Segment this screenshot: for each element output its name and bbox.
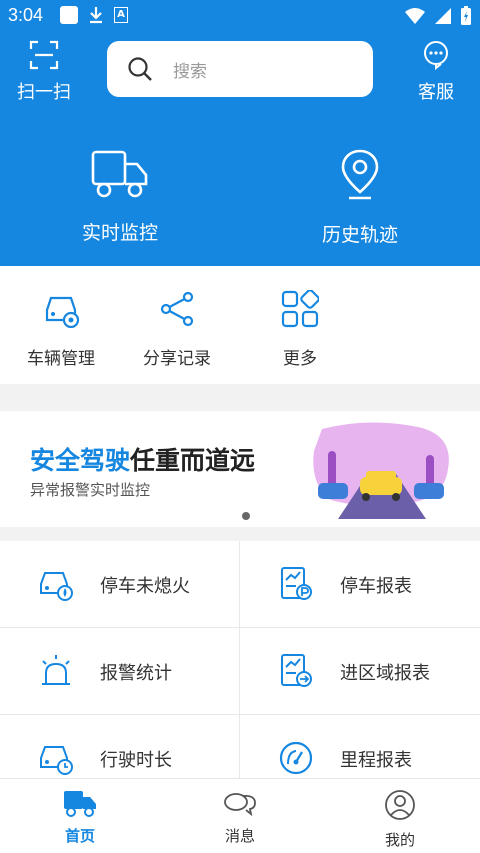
history-track-label: 历史轨迹	[321, 224, 398, 246]
header: 扫一扫 搜索 客服 实时监控 历史轨迹	[0, 32, 480, 266]
feature-alarm-stats[interactable]: 报警统计	[0, 628, 240, 715]
wifi-icon	[405, 8, 425, 24]
grid-more-icon	[281, 289, 320, 328]
truck-icon	[91, 150, 148, 198]
status-bar: 3:04 A	[0, 0, 480, 32]
tab-messages[interactable]: 消息	[200, 789, 280, 846]
tab-home[interactable]: 首页	[40, 789, 120, 846]
tab-profile[interactable]: 我的	[360, 789, 440, 850]
vehicle-management-button[interactable]: 车辆管理	[6, 290, 116, 369]
promo-banner[interactable]: 安全驾驶任重而道远 异常报警实时监控	[0, 411, 480, 527]
feature-label: 停车报表	[340, 576, 412, 597]
signal-icon	[435, 8, 451, 24]
feature-parked-engine-on[interactable]: 停车未熄火	[0, 541, 240, 628]
share-record-label: 分享记录	[143, 349, 211, 369]
feature-mileage-report[interactable]: 里程报表	[240, 715, 480, 778]
parking-report-icon	[281, 567, 312, 600]
banner-title: 安全驾驶任重而道远	[30, 441, 255, 477]
alarm-icon	[42, 655, 70, 685]
feature-grid: 停车未熄火 停车报表 报警统计 进区域报表 行驶时长 里程报表	[0, 541, 480, 778]
feature-label: 进区域报表	[340, 663, 430, 684]
vehicle-management-label: 车辆管理	[27, 349, 95, 369]
feature-label: 里程报表	[340, 750, 412, 771]
scan-icon	[29, 40, 59, 70]
scan-button[interactable]: 扫一扫	[14, 40, 74, 104]
feature-label: 行驶时长	[100, 750, 172, 771]
more-label: 更多	[283, 349, 317, 369]
search-icon	[128, 57, 152, 81]
feature-area-entry-report[interactable]: 进区域报表	[240, 628, 480, 715]
scan-label: 扫一扫	[17, 82, 71, 103]
user-icon	[385, 790, 415, 820]
area-report-icon	[281, 654, 312, 687]
feature-driving-duration[interactable]: 行驶时长	[0, 715, 240, 778]
tab-label: 消息	[224, 827, 255, 845]
chat-icon	[224, 793, 256, 817]
car-fire-icon	[40, 572, 73, 601]
tab-label: 我的	[384, 831, 415, 849]
share-record-button[interactable]: 分享记录	[122, 290, 232, 369]
speedometer-icon	[279, 741, 313, 775]
car-settings-icon	[45, 296, 80, 329]
safe-driving-illustration	[313, 422, 449, 519]
carousel-indicator[interactable]	[242, 512, 250, 520]
status-time: 3:04	[8, 5, 44, 25]
download-icon	[90, 7, 102, 24]
car-clock-icon	[40, 746, 73, 775]
battery-icon	[461, 6, 471, 25]
share-icon	[160, 291, 194, 327]
banner-title-highlight: 安全驾驶	[30, 446, 131, 475]
feature-label: 报警统计	[100, 663, 172, 684]
feature-label: 停车未熄火	[100, 576, 190, 597]
history-track-button[interactable]: 历史轨迹	[290, 148, 430, 247]
notification-icon	[60, 6, 78, 24]
quick-actions: 车辆管理 分享记录 更多	[0, 266, 480, 384]
realtime-monitor-label: 实时监控	[81, 222, 158, 244]
input-indicator-icon: A	[114, 7, 128, 23]
bottom-tab-bar: 首页 消息 我的	[0, 778, 480, 853]
headset-chat-icon	[424, 41, 448, 71]
banner-title-rest: 任重而道远	[130, 446, 256, 475]
more-button[interactable]: 更多	[245, 289, 355, 369]
location-pin-icon	[341, 149, 379, 200]
customer-service-label: 客服	[418, 82, 454, 103]
realtime-monitor-button[interactable]: 实时监控	[50, 148, 190, 245]
search-placeholder: 搜索	[173, 61, 207, 82]
search-input[interactable]: 搜索	[107, 41, 373, 97]
tab-label: 首页	[64, 827, 95, 845]
truck-icon	[64, 791, 96, 817]
banner-subtitle: 异常报警实时监控	[30, 481, 151, 499]
feature-parking-report[interactable]: 停车报表	[240, 541, 480, 628]
customer-service-button[interactable]: 客服	[406, 40, 466, 104]
